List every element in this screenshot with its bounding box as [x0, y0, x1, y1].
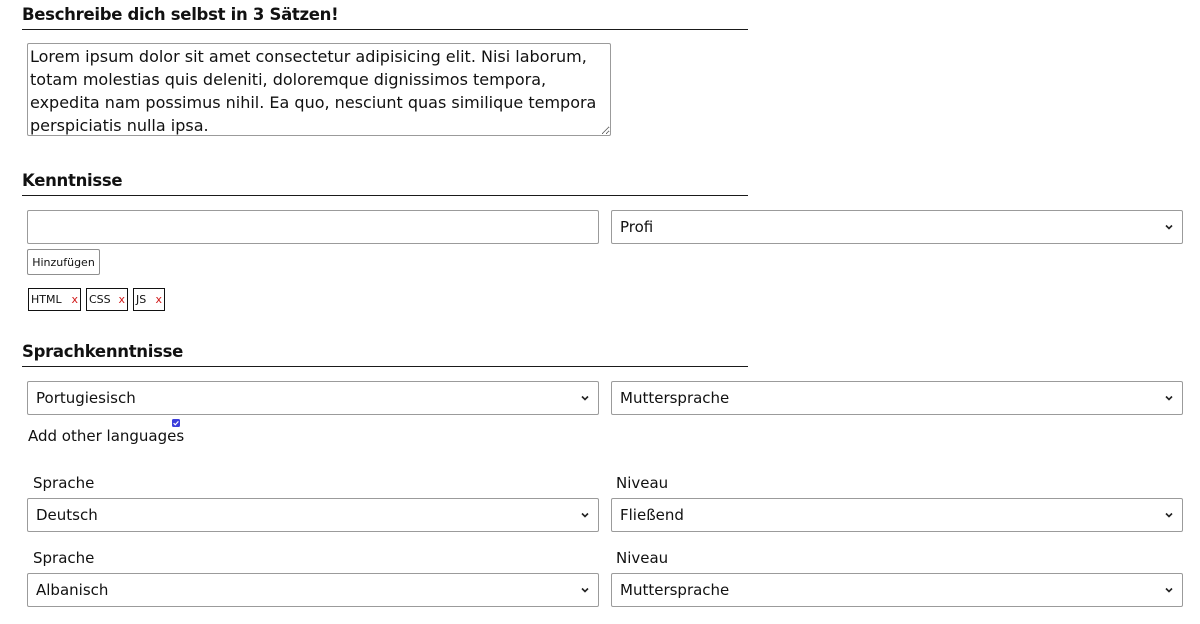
primary-level-select[interactable]: Muttersprache	[611, 381, 1183, 415]
skill-tag-label: HTML	[31, 293, 62, 306]
chevron-down-icon	[1165, 512, 1173, 518]
about-section-title: Beschreibe dich selbst in 3 Sätzen!	[22, 6, 748, 30]
skill-tag-html: HTML x	[28, 288, 81, 311]
languages-section-title: Sprachkenntnisse	[22, 343, 748, 367]
skill-tag-label: CSS	[89, 293, 111, 306]
skills-section-title: Kenntnisse	[22, 172, 748, 196]
extra-language-select[interactable]: Albanisch	[27, 573, 599, 607]
remove-tag-icon[interactable]: x	[118, 293, 125, 306]
skill-input[interactable]	[27, 210, 599, 244]
skill-tag-css: CSS x	[86, 288, 128, 311]
add-skill-button[interactable]: Hinzufügen	[27, 249, 100, 275]
chevron-down-icon	[581, 587, 589, 593]
chevron-down-icon	[1165, 587, 1173, 593]
about-textarea[interactable]: Lorem ipsum dolor sit amet consectetur a…	[27, 43, 611, 136]
extra-language-value: Albanisch	[36, 581, 109, 599]
chevron-down-icon	[581, 512, 589, 518]
extra-level-select[interactable]: Muttersprache	[611, 573, 1183, 607]
primary-level-value: Muttersprache	[620, 389, 730, 407]
remove-tag-icon[interactable]: x	[71, 293, 78, 306]
check-icon	[173, 420, 179, 426]
primary-language-select[interactable]: Portugiesisch	[27, 381, 599, 415]
add-other-languages-label: Add other languages	[28, 427, 185, 445]
extra-level-value: Fließend	[620, 506, 684, 524]
skill-level-select[interactable]: Profi	[611, 210, 1183, 244]
level-label: Niveau	[616, 549, 669, 567]
chevron-down-icon	[1165, 224, 1173, 230]
extra-language-select[interactable]: Deutsch	[27, 498, 599, 532]
skill-tag-label: JS	[136, 293, 147, 306]
extra-level-select[interactable]: Fließend	[611, 498, 1183, 532]
chevron-down-icon	[1165, 395, 1173, 401]
remove-tag-icon[interactable]: x	[155, 293, 162, 306]
level-label: Niveau	[616, 474, 669, 492]
skill-tag-js: JS x	[133, 288, 165, 311]
skill-level-value: Profi	[620, 218, 654, 236]
extra-language-value: Deutsch	[36, 506, 98, 524]
primary-language-value: Portugiesisch	[36, 389, 136, 407]
extra-level-value: Muttersprache	[620, 581, 730, 599]
chevron-down-icon	[581, 395, 589, 401]
language-label: Sprache	[33, 474, 95, 492]
language-label: Sprache	[33, 549, 95, 567]
add-other-languages-checkbox[interactable]	[172, 419, 180, 427]
